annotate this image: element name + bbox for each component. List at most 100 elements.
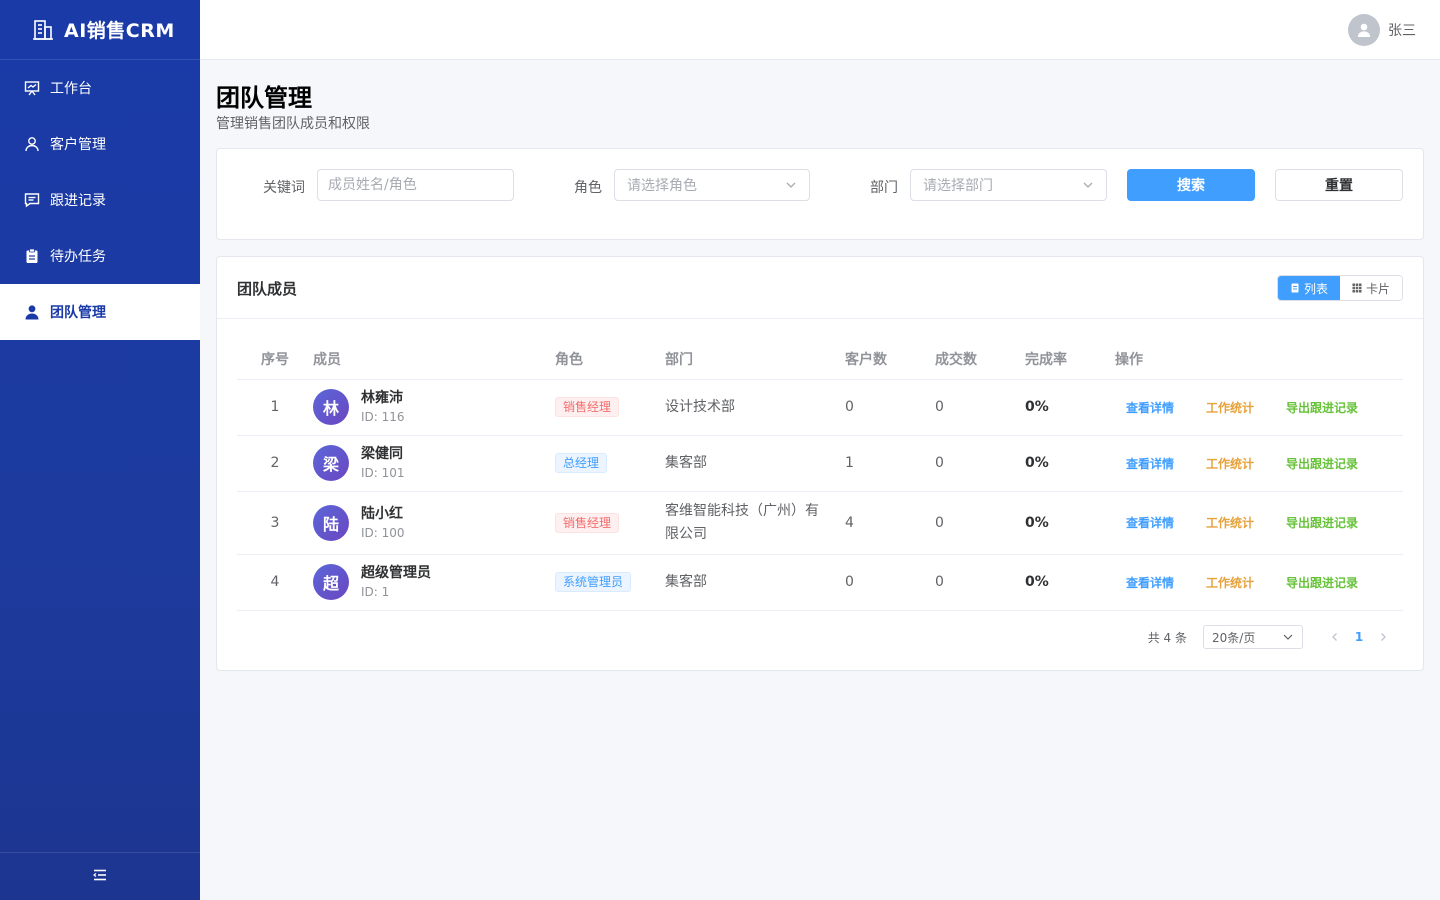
- column-header-member[interactable]: 成员: [313, 339, 555, 380]
- table-row: 4 超 超级管理员 ID: 1 系统管理员 集客部 0 0 0% 查看详情 工作统计…: [237, 554, 1403, 611]
- rate-cell: 0%: [1025, 554, 1115, 611]
- chevron-down-icon: [786, 182, 796, 188]
- sidebar-item-customers[interactable]: 客户管理: [0, 116, 200, 172]
- table-row: 2 梁 梁健同 ID: 101 总经理 集客部 1 0 0% 查看详情 工作统计 导出…: [237, 435, 1403, 492]
- export-followups-link[interactable]: 导出跟进记录: [1286, 457, 1358, 471]
- sidebar-item-team[interactable]: 团队管理: [0, 284, 200, 340]
- member-avatar: 陆: [313, 504, 349, 541]
- role-tag: 销售经理: [555, 397, 620, 417]
- table-header-row: 序号 成员 角色 部门 客户数 成交数 完成率 操作: [237, 339, 1403, 380]
- member-id: ID: 116: [361, 410, 405, 424]
- page-title: 团队管理: [216, 84, 312, 112]
- column-header-dept[interactable]: 部门: [665, 339, 845, 380]
- view-details-link[interactable]: 查看详情: [1126, 457, 1174, 471]
- table-row: 1 林 林雍沛 ID: 116 销售经理 设计技术部 0 0 0% 查看详情 工作统…: [237, 379, 1403, 436]
- role-label: 角色: [574, 180, 602, 196]
- deals-cell: 0: [935, 491, 1025, 555]
- avatar[interactable]: [1348, 14, 1380, 46]
- role-tag: 总经理: [555, 453, 608, 473]
- role-cell: 销售经理: [555, 379, 665, 436]
- main-content: 团队管理 管理销售团队成员和权限 关键词 角色 请选择角色 部门 请选择部门 搜…: [200, 60, 1440, 900]
- top-header: 张三: [200, 0, 1440, 60]
- keyword-input[interactable]: [317, 169, 514, 201]
- view-list-button[interactable]: 列表: [1277, 276, 1340, 300]
- app-logo[interactable]: AI销售CRM: [0, 0, 200, 60]
- column-header-role[interactable]: 角色: [555, 339, 665, 380]
- member-id: ID: 100: [361, 525, 405, 540]
- row-index: 2: [237, 435, 313, 492]
- export-followups-link[interactable]: 导出跟进记录: [1286, 576, 1358, 590]
- rate-cell: 0%: [1025, 491, 1115, 555]
- column-header-actions[interactable]: 操作: [1115, 339, 1403, 380]
- next-page-button[interactable]: [1371, 625, 1395, 649]
- building-icon: [32, 19, 54, 41]
- member-cell: 超 超级管理员 ID: 1: [313, 554, 555, 611]
- work-stats-link[interactable]: 工作统计: [1206, 457, 1254, 471]
- customers-cell: 0: [845, 379, 935, 436]
- user-avatar-icon: [1357, 23, 1371, 37]
- sidebar-item-workbench[interactable]: 工作台: [0, 60, 200, 116]
- export-followups-link[interactable]: 导出跟进记录: [1286, 516, 1358, 530]
- sidebar-item-label: 工作台: [50, 81, 92, 97]
- member-cell: 林 林雍沛 ID: 116: [313, 379, 555, 436]
- customers-cell: 1: [845, 435, 935, 492]
- view-details-link[interactable]: 查看详情: [1126, 401, 1174, 415]
- chevron-down-icon: [1083, 182, 1093, 188]
- prev-page-button[interactable]: [1323, 625, 1347, 649]
- member-name: 超级管理员: [361, 565, 431, 581]
- sidebar-item-label: 跟进记录: [50, 193, 106, 209]
- chevron-down-icon: [1283, 634, 1293, 640]
- work-stats-link[interactable]: 工作统计: [1206, 516, 1254, 530]
- username: 张三: [1388, 23, 1416, 39]
- column-header-index[interactable]: 序号: [237, 339, 313, 380]
- role-select[interactable]: 请选择角色: [614, 169, 810, 201]
- chevron-right-icon: [1381, 633, 1386, 641]
- actions-cell: 查看详情 工作统计 导出跟进记录: [1115, 491, 1403, 555]
- dept-select-placeholder: 请选择部门: [923, 178, 993, 194]
- deals-cell: 0: [935, 435, 1025, 492]
- reset-button[interactable]: 重置: [1275, 169, 1403, 201]
- export-followups-link[interactable]: 导出跟进记录: [1286, 401, 1358, 415]
- user-menu[interactable]: 张三: [1348, 14, 1416, 46]
- filter-card: 关键词 角色 请选择角色 部门 请选择部门 搜索 重置: [216, 148, 1424, 240]
- sidebar-item-followups[interactable]: 跟进记录: [0, 172, 200, 228]
- sidebar-collapse-button[interactable]: [0, 852, 200, 900]
- sidebar: AI销售CRM 工作台 客户管理 跟进记录 待办任务 团队管理: [0, 0, 200, 900]
- dept-label: 部门: [870, 180, 898, 196]
- team-members-header: 团队成员 列表 卡片: [217, 257, 1423, 319]
- member-cell: 梁 梁健同 ID: 101: [313, 435, 555, 492]
- work-stats-link[interactable]: 工作统计: [1206, 576, 1254, 590]
- view-details-link[interactable]: 查看详情: [1126, 576, 1174, 590]
- member-info: 梁 梁健同 ID: 101: [313, 444, 555, 482]
- rate-cell: 0%: [1025, 435, 1115, 492]
- member-id: ID: 1: [361, 585, 390, 599]
- role-cell: 总经理: [555, 435, 665, 492]
- deals-cell: 0: [935, 554, 1025, 611]
- page-size-select[interactable]: 20条/页: [1203, 625, 1303, 649]
- sidebar-item-tasks[interactable]: 待办任务: [0, 228, 200, 284]
- sidebar-item-label: 客户管理: [50, 137, 106, 153]
- member-info: 陆 陆小红 ID: 100: [313, 504, 555, 542]
- column-header-rate[interactable]: 完成率: [1025, 339, 1115, 380]
- keyword-label: 关键词: [263, 180, 305, 196]
- view-card-button[interactable]: 卡片: [1339, 276, 1402, 300]
- member-name: 陆小红: [361, 505, 403, 522]
- work-stats-link[interactable]: 工作统计: [1206, 401, 1254, 415]
- customers-cell: 0: [845, 554, 935, 611]
- sidebar-item-label: 待办任务: [50, 249, 106, 265]
- dept-cell: 设计技术部: [665, 379, 845, 436]
- list-icon: [1291, 283, 1299, 293]
- view-details-link[interactable]: 查看详情: [1126, 516, 1174, 530]
- column-header-deals[interactable]: 成交数: [935, 339, 1025, 380]
- dept-select[interactable]: 请选择部门: [910, 169, 1107, 201]
- pagination: 共 4 条 20条/页 1: [1148, 625, 1395, 649]
- dept-cell: 集客部: [665, 435, 845, 492]
- search-button[interactable]: 搜索: [1127, 169, 1255, 201]
- role-tag: 系统管理员: [555, 572, 632, 592]
- rate-cell: 0%: [1025, 379, 1115, 436]
- team-members-title: 团队成员: [237, 280, 298, 298]
- page-number-current[interactable]: 1: [1347, 625, 1371, 649]
- menu-collapse-icon: [93, 869, 107, 885]
- row-index: 3: [237, 491, 313, 555]
- column-header-customers[interactable]: 客户数: [845, 339, 935, 380]
